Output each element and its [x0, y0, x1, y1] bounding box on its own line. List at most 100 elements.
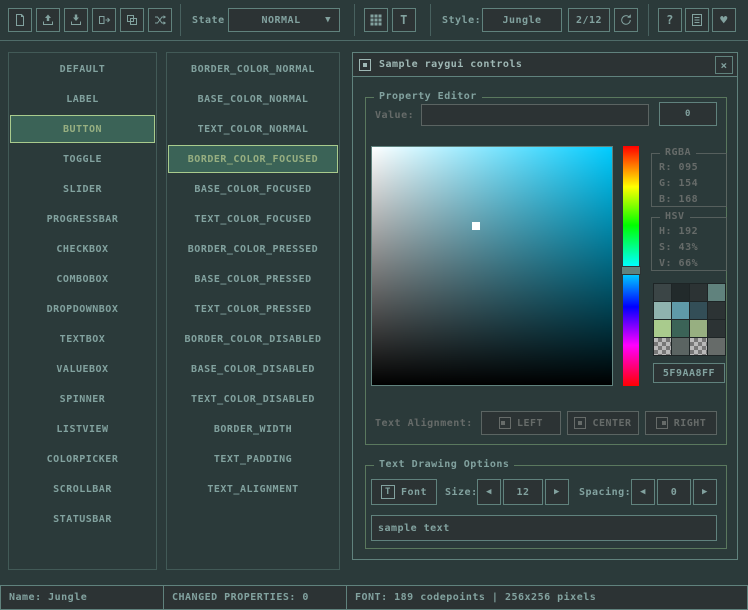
properties-list-item[interactable]: BORDER_COLOR_PRESSED: [167, 234, 339, 264]
file-open-icon: [41, 13, 55, 27]
cycle-style-button[interactable]: [614, 8, 638, 32]
controls-list-item[interactable]: VALUEBOX: [9, 354, 156, 384]
controls-list-item[interactable]: TOGGLE: [9, 144, 156, 174]
about-button[interactable]: [685, 8, 709, 32]
random-style-button[interactable]: [148, 8, 172, 32]
color-swatch[interactable]: [690, 284, 707, 301]
window-close-button[interactable]: ×: [715, 56, 733, 74]
color-swatch[interactable]: [672, 302, 689, 319]
size-value-box[interactable]: 12: [503, 479, 543, 505]
size-decrease-button[interactable]: ◀: [477, 479, 501, 505]
arrow-right-icon: ▶: [554, 487, 560, 497]
controls-list-item[interactable]: SLIDER: [9, 174, 156, 204]
hex-value: 5F9AA8FF: [663, 368, 715, 379]
controls-list-item[interactable]: STATUSBAR: [9, 504, 156, 534]
color-swatch[interactable]: [708, 320, 725, 337]
properties-list-item[interactable]: BASE_COLOR_PRESSED: [167, 264, 339, 294]
properties-list-item[interactable]: TEXT_COLOR_NORMAL: [167, 114, 339, 144]
help-button[interactable]: ?: [658, 8, 682, 32]
close-icon: ×: [720, 59, 727, 72]
color-swatch[interactable]: [690, 338, 707, 355]
properties-list-item[interactable]: BASE_COLOR_NORMAL: [167, 84, 339, 114]
color-swatch[interactable]: [654, 284, 671, 301]
font-editor-icon: T: [400, 13, 408, 27]
controls-list-item[interactable]: COLORPICKER: [9, 444, 156, 474]
color-saturation-value-panel[interactable]: [371, 146, 613, 386]
spacing-value-box[interactable]: 0: [657, 479, 691, 505]
style-cycle-icon: [619, 13, 633, 27]
align-center-button[interactable]: CENTER: [567, 411, 639, 435]
state-dropdown[interactable]: NORMAL ▼: [228, 8, 340, 32]
color-swatch[interactable]: [672, 320, 689, 337]
rgba-title: RGBA: [660, 147, 696, 158]
properties-list-item[interactable]: TEXT_ALIGNMENT: [167, 474, 339, 504]
color-swatch[interactable]: [708, 302, 725, 319]
sponsor-button[interactable]: ♥: [712, 8, 736, 32]
sample-controls-window: Sample raygui controls × Property Editor…: [352, 52, 738, 560]
properties-list-item[interactable]: BORDER_COLOR_DISABLED: [167, 324, 339, 354]
size-increase-button[interactable]: ▶: [545, 479, 569, 505]
properties-list-item[interactable]: TEXT_COLOR_DISABLED: [167, 384, 339, 414]
arrow-left-icon: ◀: [640, 487, 646, 497]
align-left-button[interactable]: LEFT: [481, 411, 561, 435]
properties-list-item[interactable]: TEXT_COLOR_FOCUSED: [167, 204, 339, 234]
controls-list-item[interactable]: SCROLLBAR: [9, 474, 156, 504]
color-swatch[interactable]: [690, 302, 707, 319]
controls-list-item[interactable]: LABEL: [9, 84, 156, 114]
properties-list-item[interactable]: BASE_COLOR_DISABLED: [167, 354, 339, 384]
controls-list-item[interactable]: DEFAULT: [9, 54, 156, 84]
color-swatch[interactable]: [654, 320, 671, 337]
controls-list-item[interactable]: TEXTBOX: [9, 324, 156, 354]
color-swatch[interactable]: [672, 284, 689, 301]
spacing-increase-button[interactable]: ▶: [693, 479, 717, 505]
value-count-button[interactable]: 0: [659, 102, 717, 126]
color-swatch[interactable]: [654, 338, 671, 355]
open-style-button[interactable]: [36, 8, 60, 32]
font-button[interactable]: T Font: [371, 479, 437, 505]
color-swatch[interactable]: [690, 320, 707, 337]
properties-list-item[interactable]: TEXT_COLOR_PRESSED: [167, 294, 339, 324]
export-style-button[interactable]: [92, 8, 116, 32]
spacing-decrease-button[interactable]: ◀: [631, 479, 655, 505]
color-swatch[interactable]: [654, 302, 671, 319]
rguistyler-app: { "colors": { "background": "#2b3a3a", "…: [0, 0, 748, 610]
color-swatch[interactable]: [672, 338, 689, 355]
color-swatch[interactable]: [708, 338, 725, 355]
controls-list-item[interactable]: DROPDOWNBOX: [9, 294, 156, 324]
save-style-button[interactable]: [64, 8, 88, 32]
copy-style-button[interactable]: [120, 8, 144, 32]
hue-slider-handle[interactable]: [621, 266, 641, 275]
properties-list-item[interactable]: TEXT_PADDING: [167, 444, 339, 474]
controls-list-item[interactable]: PROGRESSBAR: [9, 204, 156, 234]
controls-list-item[interactable]: COMBOBOX: [9, 264, 156, 294]
state-dropdown-value: NORMAL: [237, 15, 325, 26]
toolbar-separator: [180, 4, 181, 36]
hex-value-box[interactable]: 5F9AA8FF: [653, 363, 725, 383]
properties-list-item[interactable]: BORDER_WIDTH: [167, 414, 339, 444]
sample-text-box[interactable]: [371, 515, 717, 541]
align-right-icon: [656, 417, 668, 429]
align-right-button[interactable]: RIGHT: [645, 411, 717, 435]
text-alignment-label: Text Alignment:: [375, 411, 473, 435]
hsv-title: HSV: [660, 211, 690, 222]
spacing-label: Spacing:: [579, 479, 631, 505]
controls-list-item[interactable]: CHECKBOX: [9, 234, 156, 264]
style-table-button[interactable]: [364, 8, 388, 32]
properties-list-item[interactable]: BORDER_COLOR_NORMAL: [167, 54, 339, 84]
properties-list-item-selected[interactable]: BORDER_COLOR_FOCUSED: [168, 145, 338, 173]
statusbar-changed-properties: CHANGED PROPERTIES: 0: [163, 585, 347, 610]
font-atlas-button[interactable]: T: [392, 8, 416, 32]
value-input-box[interactable]: [421, 104, 649, 126]
controls-list-item[interactable]: LISTVIEW: [9, 414, 156, 444]
window-titlebar[interactable]: Sample raygui controls ×: [353, 53, 737, 77]
style-name-button[interactable]: Jungle: [482, 8, 562, 32]
new-style-button[interactable]: [8, 8, 32, 32]
style-table-grid-icon: [369, 13, 383, 27]
color-swatch[interactable]: [708, 284, 725, 301]
controls-list-item[interactable]: SPINNER: [9, 384, 156, 414]
toolbar-divider: [0, 40, 748, 41]
controls-list-item-selected[interactable]: BUTTON: [10, 115, 155, 143]
properties-list-item[interactable]: BASE_COLOR_FOCUSED: [167, 174, 339, 204]
window-title: Sample raygui controls: [379, 59, 522, 70]
hsv-v-value: V: 66%: [659, 256, 726, 272]
